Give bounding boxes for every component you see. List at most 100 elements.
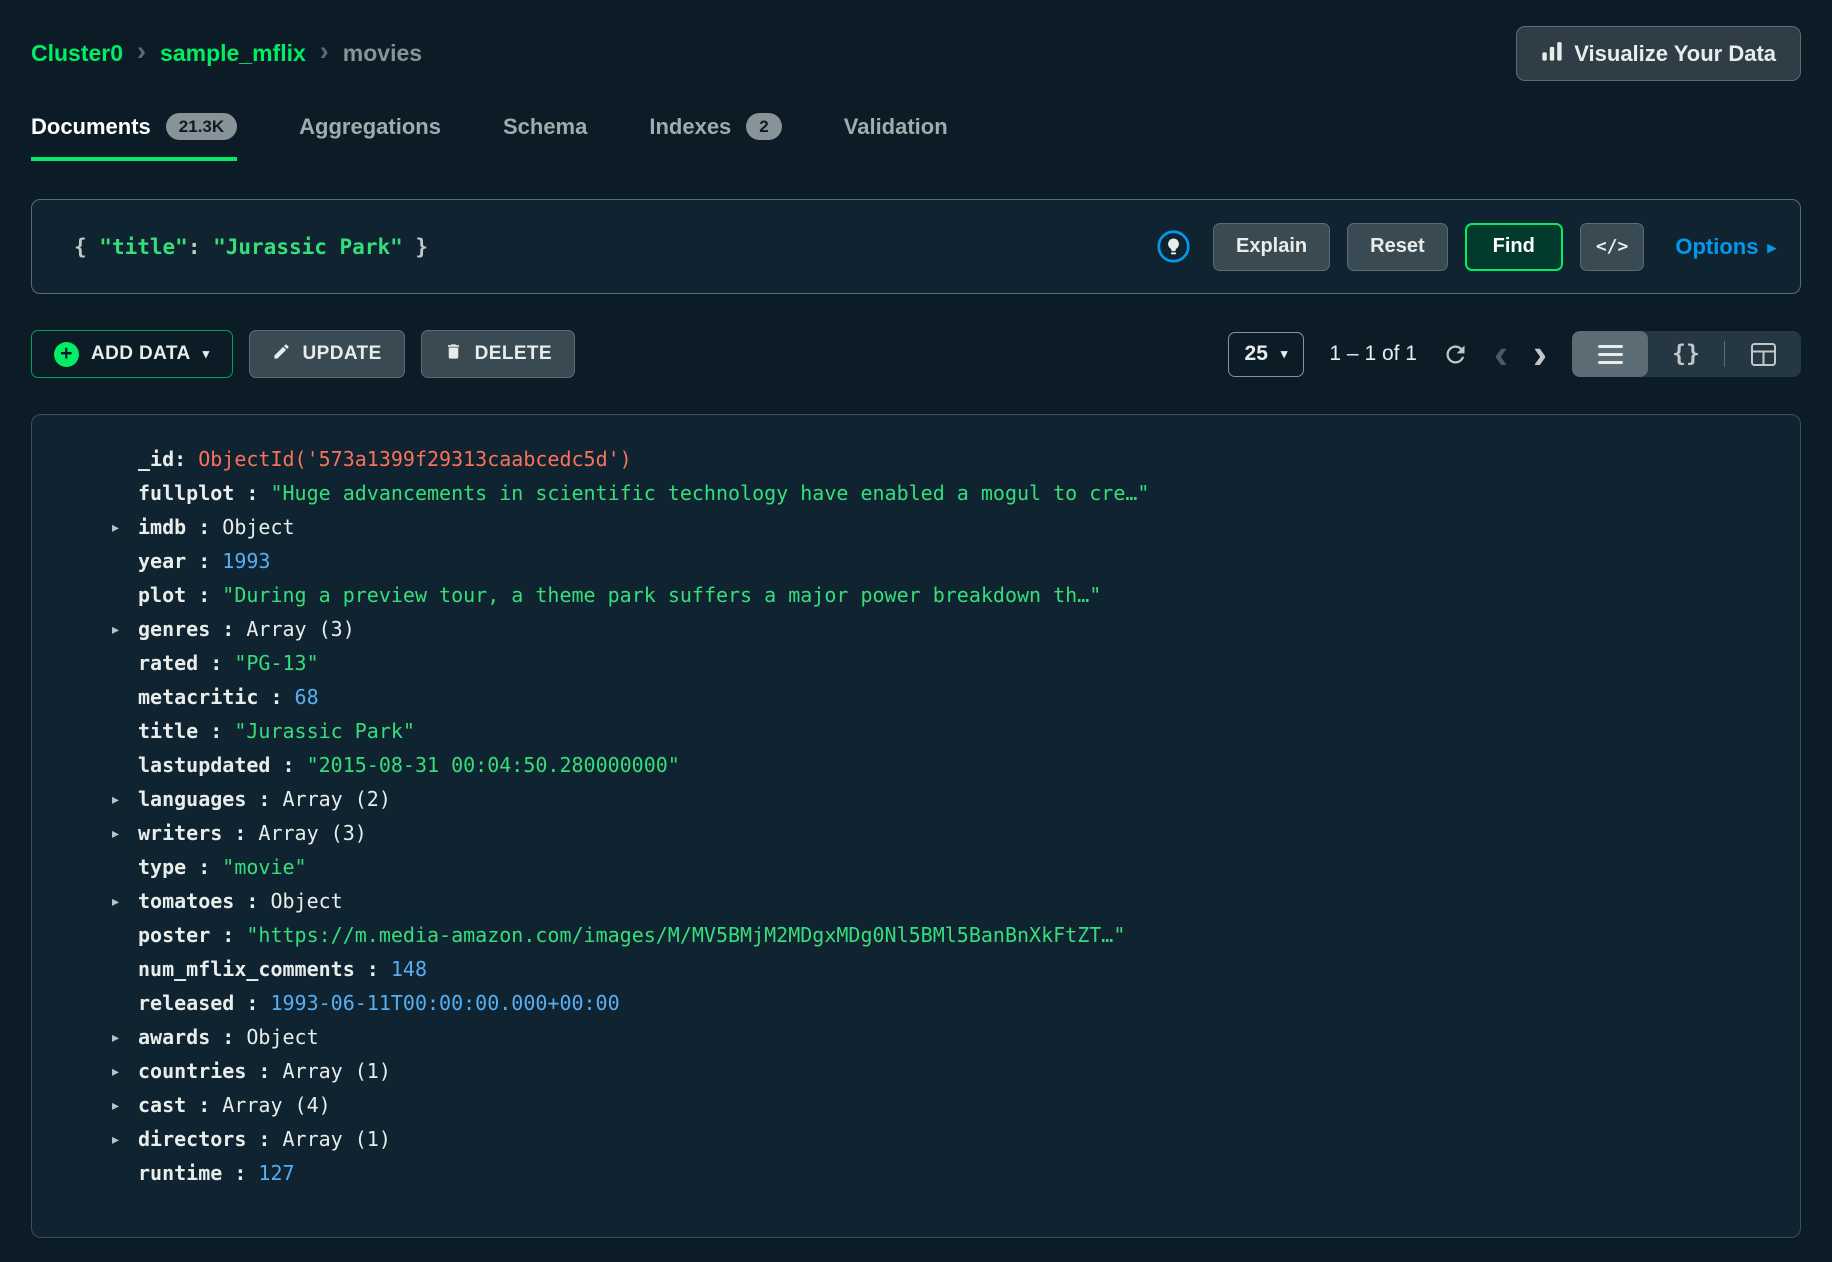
breadcrumb-cluster[interactable]: Cluster0	[31, 40, 123, 67]
explain-button[interactable]: Explain	[1213, 223, 1330, 271]
field-value: 148	[391, 957, 427, 981]
table-view-button[interactable]	[1725, 331, 1801, 377]
tab-aggregations-label: Aggregations	[299, 114, 441, 140]
field-key: metacritic	[138, 685, 258, 709]
pagination-range: 1 – 1 of 1	[1329, 342, 1417, 366]
bar-chart-icon	[1541, 40, 1563, 68]
breadcrumb-collection: movies	[343, 40, 422, 67]
field-key: runtime	[138, 1161, 222, 1185]
expand-caret-icon[interactable]: ▸	[112, 1029, 138, 1046]
field-separator: :	[186, 855, 222, 879]
expand-caret-icon[interactable]: ▸	[112, 825, 138, 842]
json-view-button[interactable]: {}	[1648, 331, 1724, 377]
add-data-button[interactable]: + ADD DATA ▾	[31, 330, 233, 378]
field-key: imdb	[138, 515, 186, 539]
document-field-row: _id: ObjectId('573a1399f29313caabcedc5d'…	[32, 442, 1800, 476]
code-toggle-button[interactable]: </>	[1580, 223, 1645, 271]
find-button[interactable]: Find	[1465, 223, 1563, 271]
field-separator: :	[234, 991, 270, 1015]
list-view-button[interactable]	[1572, 331, 1648, 377]
insight-lightbulb-icon[interactable]	[1157, 230, 1190, 263]
breadcrumb-database[interactable]: sample_mflix	[160, 40, 306, 67]
add-data-label: ADD DATA	[91, 343, 191, 365]
indexes-count-badge: 2	[746, 113, 781, 140]
options-label: Options	[1675, 234, 1758, 260]
tab-indexes-label: Indexes	[649, 114, 731, 140]
field-key: plot	[138, 583, 186, 607]
field-separator: :	[246, 1127, 282, 1151]
expand-caret-icon[interactable]: ▸	[112, 1097, 138, 1114]
expand-caret-icon[interactable]: ▸	[112, 893, 138, 910]
query-token: "Jurassic Park"	[213, 235, 403, 259]
document-card: _id: ObjectId('573a1399f29313caabcedc5d'…	[31, 414, 1801, 1238]
expand-caret-icon[interactable]: ▸	[112, 1131, 138, 1148]
expand-caret-icon[interactable]: ▸	[112, 519, 138, 536]
documents-count-badge: 21.3K	[166, 113, 237, 140]
caret-down-icon: ▾	[1281, 346, 1288, 362]
document-field-row: plot : "During a preview tour, a theme p…	[32, 578, 1800, 612]
expand-caret-icon[interactable]: ▸	[112, 621, 138, 638]
document-rows: _id: ObjectId('573a1399f29313caabcedc5d'…	[32, 442, 1800, 1190]
visualize-data-label: Visualize Your Data	[1574, 41, 1776, 67]
list-icon	[1598, 344, 1623, 365]
document-field-row: ▸tomatoes : Object	[32, 884, 1800, 918]
field-separator: :	[186, 515, 222, 539]
tab-validation[interactable]: Validation	[844, 113, 948, 161]
field-key: title	[138, 719, 198, 743]
document-field-row: released : 1993-06-11T00:00:00.000+00:00	[32, 986, 1800, 1020]
field-value: "2015-08-31 00:04:50.280000000"	[307, 753, 680, 777]
query-input[interactable]: { "title": "Jurassic Park" }	[74, 235, 428, 259]
document-field-row: lastupdated : "2015-08-31 00:04:50.28000…	[32, 748, 1800, 782]
field-value: Array (1)	[283, 1127, 391, 1151]
visualize-data-button[interactable]: Visualize Your Data	[1516, 26, 1801, 81]
field-value: Array (1)	[283, 1059, 391, 1083]
query-token: "title"	[99, 235, 188, 259]
update-button[interactable]: UPDATE	[249, 330, 405, 378]
header-row: Cluster0 › sample_mflix › movies Visuali…	[31, 26, 1801, 81]
field-key: countries	[138, 1059, 246, 1083]
tab-indexes[interactable]: Indexes 2	[649, 113, 781, 161]
field-value: "https://m.media-amazon.com/images/M/MV5…	[246, 923, 1125, 947]
query-bar: { "title": "Jurassic Park" } Explain Res…	[31, 199, 1801, 294]
field-key: tomatoes	[138, 889, 234, 913]
reset-button[interactable]: Reset	[1347, 223, 1447, 271]
breadcrumb: Cluster0 › sample_mflix › movies	[31, 40, 422, 67]
field-separator: :	[246, 787, 282, 811]
query-token: }	[403, 235, 428, 259]
tab-aggregations[interactable]: Aggregations	[299, 113, 441, 161]
page-size-select[interactable]: 25 ▾	[1228, 332, 1305, 377]
field-separator: :	[234, 481, 270, 505]
field-separator: :	[186, 1093, 222, 1117]
next-page-button[interactable]: ›	[1533, 339, 1547, 368]
field-value: Object	[222, 515, 294, 539]
delete-button[interactable]: DELETE	[421, 330, 575, 378]
field-value: "Huge advancements in scientific technol…	[270, 481, 1149, 505]
expand-caret-icon[interactable]: ▸	[112, 1063, 138, 1080]
prev-page-button[interactable]: ‹	[1494, 339, 1508, 368]
compass-documents-page: Cluster0 › sample_mflix › movies Visuali…	[0, 0, 1832, 1262]
field-key: awards	[138, 1025, 210, 1049]
tab-validation-label: Validation	[844, 114, 948, 140]
tab-documents[interactable]: Documents 21.3K	[31, 113, 237, 161]
field-separator: :	[355, 957, 391, 981]
tab-schema[interactable]: Schema	[503, 113, 587, 161]
document-field-row: ▸genres : Array (3)	[32, 612, 1800, 646]
field-key: genres	[138, 617, 210, 641]
chevron-right-icon: ›	[137, 38, 146, 65]
options-link[interactable]: Options ▸	[1675, 234, 1776, 260]
expand-caret-icon[interactable]: ▸	[112, 791, 138, 808]
refresh-button[interactable]	[1442, 341, 1469, 368]
document-field-row: ▸awards : Object	[32, 1020, 1800, 1054]
document-field-row: fullplot : "Huge advancements in scienti…	[32, 476, 1800, 510]
field-separator: :	[186, 549, 222, 573]
field-key: num_mflix_comments	[138, 957, 355, 981]
field-separator: :	[222, 1161, 258, 1185]
field-value: "Jurassic Park"	[234, 719, 415, 743]
document-field-row: ▸cast : Array (4)	[32, 1088, 1800, 1122]
chevron-right-icon: ›	[320, 38, 329, 65]
field-value: "During a preview tour, a theme park suf…	[222, 583, 1101, 607]
document-field-row: type : "movie"	[32, 850, 1800, 884]
page-size-value: 25	[1245, 342, 1268, 366]
caret-down-icon: ▾	[203, 346, 210, 362]
field-key: fullplot	[138, 481, 234, 505]
